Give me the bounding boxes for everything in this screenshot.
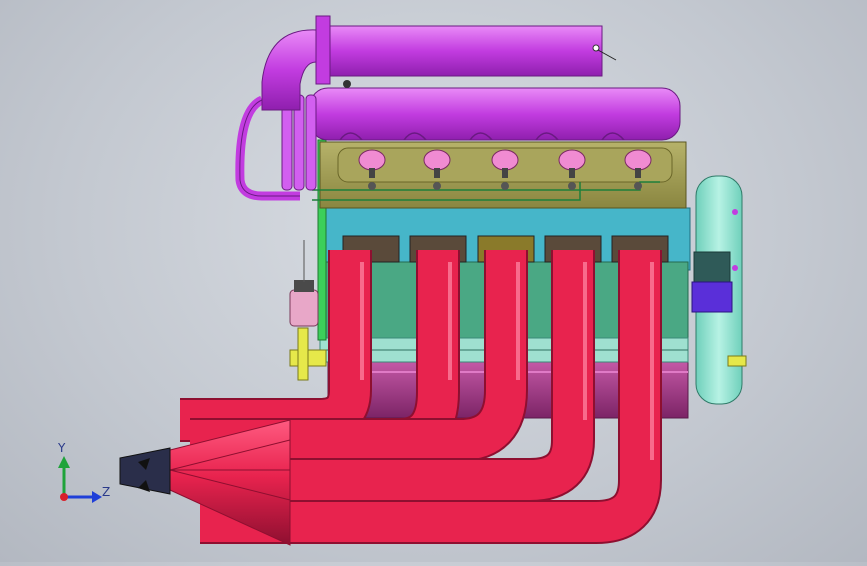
- z-arrow-icon: [92, 491, 102, 503]
- triad-z-label: Z: [102, 485, 111, 499]
- front-pulley-assembly: [691, 175, 747, 405]
- cad-viewport[interactable]: Y Z: [0, 0, 867, 562]
- oil-filter: [289, 240, 319, 327]
- x-axis-origin: [60, 493, 68, 501]
- y-arrow-icon: [58, 456, 70, 468]
- triad-y-label: Y: [58, 441, 66, 455]
- coordinate-triad: [58, 456, 102, 503]
- engine-model: [58, 15, 747, 546]
